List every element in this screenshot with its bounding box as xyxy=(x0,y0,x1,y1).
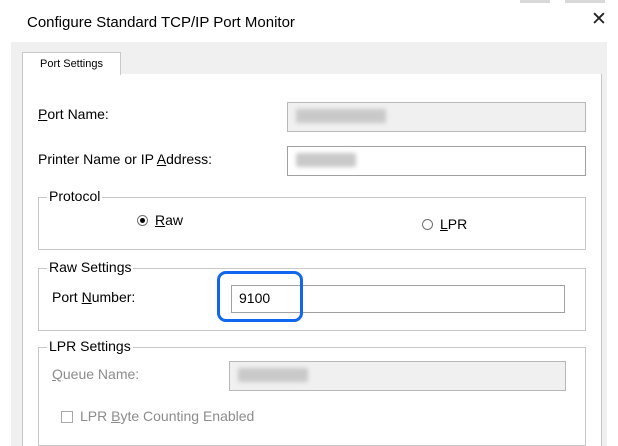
queue-name-field xyxy=(229,361,566,391)
port-number-label: Port Number: xyxy=(52,289,136,305)
queue-name-label: Queue Name: xyxy=(52,366,140,382)
byte-counting-checkbox[interactable] xyxy=(61,411,73,423)
port-name-field xyxy=(287,102,586,132)
protocol-group xyxy=(38,197,586,250)
protocol-legend: Protocol xyxy=(47,188,103,204)
lpr-radio[interactable] xyxy=(422,219,433,230)
lpr-settings-legend: LPR Settings xyxy=(47,338,133,354)
title-bar-edge xyxy=(565,0,605,3)
raw-radio[interactable] xyxy=(137,215,148,226)
tab-port-settings[interactable]: Port Settings xyxy=(22,52,121,75)
port-name-label: Port Name: xyxy=(38,106,109,122)
printer-address-input[interactable] xyxy=(287,146,586,176)
redacted-value xyxy=(296,153,356,167)
close-icon[interactable]: ✕ xyxy=(587,8,611,32)
window-title: Configure Standard TCP/IP Port Monitor xyxy=(27,14,295,31)
printer-address-label: Printer Name or IP Address: xyxy=(38,151,213,167)
lpr-radio-label[interactable]: LPR xyxy=(440,216,467,232)
title-bar-edge xyxy=(520,0,550,3)
redacted-value xyxy=(238,368,308,382)
raw-settings-legend: Raw Settings xyxy=(47,259,134,275)
focus-highlight xyxy=(217,271,303,322)
raw-radio-label[interactable]: Raw xyxy=(155,212,183,228)
redacted-value xyxy=(296,109,386,123)
byte-counting-label: LPR Byte Counting Enabled xyxy=(80,408,255,424)
